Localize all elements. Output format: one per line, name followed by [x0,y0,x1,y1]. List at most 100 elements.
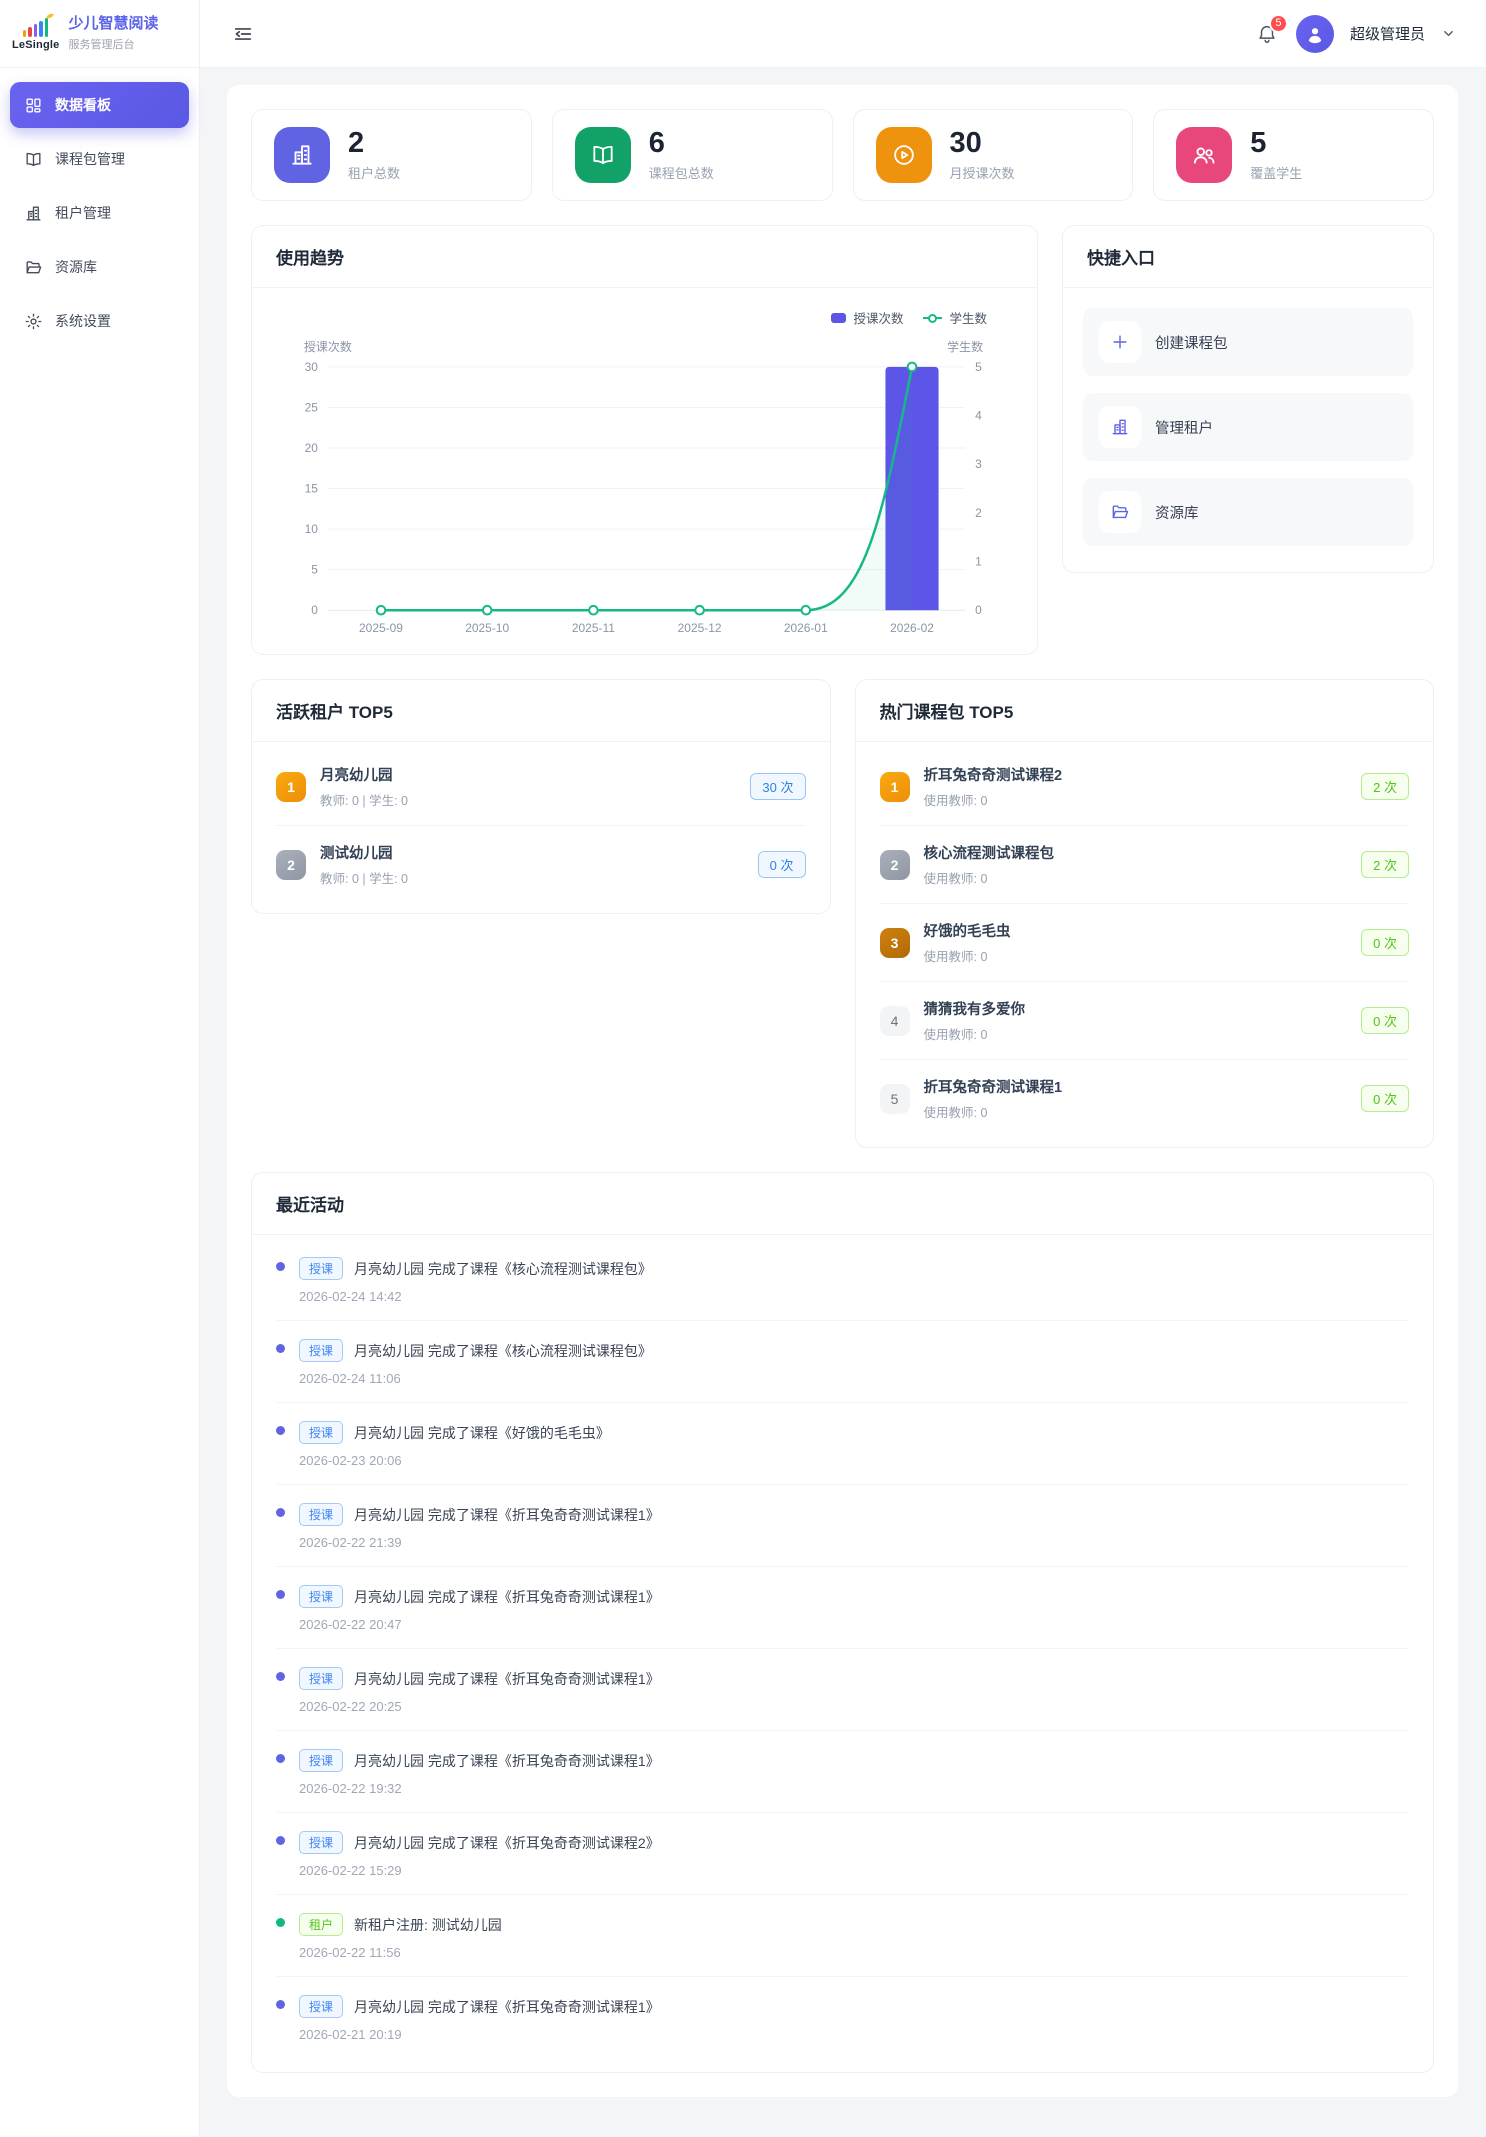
activity-time: 2026-02-22 20:47 [299,1617,1409,1632]
user-name[interactable]: 超级管理员 [1350,23,1425,44]
rank-badge: 1 [276,772,306,802]
stat-card: 6 课程包总数 [552,109,833,201]
svg-text:0: 0 [975,603,982,617]
activity-row: 授课 月亮幼儿园 完成了课程《折耳兔奇奇测试课程2》 2026-02-22 15… [276,1813,1409,1895]
chart-legend: 授课次数 学生数 [276,308,987,327]
legend-item-line[interactable]: 学生数 [923,308,987,327]
stat-label: 覆盖学生 [1250,163,1302,182]
rank-name: 好饿的毛毛虫 [924,920,1348,941]
stat-label: 月授课次数 [950,163,1015,182]
stat-card: 2 租户总数 [251,109,532,201]
rank-badge: 2 [276,850,306,880]
play-icon [876,127,932,183]
quick-entry-label: 资源库 [1155,502,1199,523]
activity-time: 2026-02-22 21:39 [299,1535,1409,1550]
sidebar-item-课程包管理[interactable]: 课程包管理 [10,136,189,182]
line-swatch-icon [923,313,942,323]
active-tenants-list: 1 月亮幼儿园 教师: 0 | 学生: 0 30 次 2 测试幼儿园 教师: 0… [252,742,830,913]
quick-entry-item[interactable]: 创建课程包 [1083,308,1413,376]
sidebar-item-label: 数据看板 [55,95,111,115]
rank-badge: 4 [880,1006,910,1036]
dashboard-panel: 2 租户总数 6 课程包总数 30 月授课次数 5 覆盖学生 使用趋势 [227,85,1458,2097]
activity-text: 月亮幼儿园 完成了课程《折耳兔奇奇测试课程1》 [354,1997,660,2017]
quick-entry-item[interactable]: 管理租户 [1083,393,1413,461]
rank-sub: 教师: 0 | 学生: 0 [320,790,736,809]
rank-sub: 教师: 0 | 学生: 0 [320,868,744,887]
activity-row: 授课 月亮幼儿园 完成了课程《折耳兔奇奇测试课程1》 2026-02-21 20… [276,1977,1409,2058]
activity-row: 授课 月亮幼儿园 完成了课程《折耳兔奇奇测试课程1》 2026-02-22 21… [276,1485,1409,1567]
active-tenants-card: 活跃租户 TOP5 1 月亮幼儿园 教师: 0 | 学生: 0 30 次 2 测… [251,679,831,914]
rank-row: 1 折耳兔奇奇测试课程2 使用教师: 0 2 次 [880,748,1410,826]
stat-label: 课程包总数 [649,163,714,182]
activity-row: 租户 新租户注册: 测试幼儿园 2026-02-22 11:56 [276,1895,1409,1977]
count-pill: 0 次 [758,851,806,878]
activity-tag: 授课 [299,1667,343,1690]
activity-tag: 授课 [299,1585,343,1608]
svg-text:5: 5 [975,360,982,374]
activity-dot [276,1262,285,1271]
activity-tag: 授课 [299,1831,343,1854]
quick-entry-label: 管理租户 [1155,417,1213,438]
notification-bell-icon[interactable]: 5 [1254,21,1280,47]
activity-tag: 授课 [299,1339,343,1362]
folder-icon [1099,491,1141,533]
sidebar-item-label: 租户管理 [55,203,111,223]
quick-entry-card: 快捷入口 创建课程包 管理租户 资源库 [1062,225,1434,573]
sidebar-item-label: 课程包管理 [55,149,125,169]
sidebar-collapse-icon[interactable] [230,21,256,47]
activity-row: 授课 月亮幼儿园 完成了课程《折耳兔奇奇测试课程1》 2026-02-22 20… [276,1567,1409,1649]
svg-text:2025-10: 2025-10 [465,621,509,635]
rank-badge: 1 [880,772,910,802]
svg-text:2025-12: 2025-12 [678,621,722,635]
rank-sub: 使用教师: 0 [924,1102,1348,1121]
activity-text: 月亮幼儿园 完成了课程《折耳兔奇奇测试课程2》 [354,1833,660,1853]
active-tenants-title: 活跃租户 TOP5 [276,703,393,722]
sidebar-item-数据看板[interactable]: 数据看板 [10,82,189,128]
sidebar-item-资源库[interactable]: 资源库 [10,244,189,290]
legend-item-bar[interactable]: 授课次数 [831,308,903,327]
activity-dot [276,1754,285,1763]
rank-sub: 使用教师: 0 [924,868,1348,887]
activity-text: 月亮幼儿园 完成了课程《好饿的毛毛虫》 [354,1423,610,1443]
stats-grid: 2 租户总数 6 课程包总数 30 月授课次数 5 覆盖学生 [251,109,1434,201]
svg-text:2026-01: 2026-01 [784,621,828,635]
activity-dot [276,1426,285,1435]
usage-trend-chart: 051015202530012345授课次数学生数2025-092025-102… [276,327,1013,644]
activity-time: 2026-02-22 15:29 [299,1863,1409,1878]
activity-text: 月亮幼儿园 完成了课程《折耳兔奇奇测试课程1》 [354,1587,660,1607]
activity-time: 2026-02-21 20:19 [299,2027,1409,2042]
rank-sub: 使用教师: 0 [924,1024,1348,1043]
sidebar-item-租户管理[interactable]: 租户管理 [10,190,189,236]
plus-icon [1099,321,1141,363]
page-content: 2 租户总数 6 课程包总数 30 月授课次数 5 覆盖学生 使用趋势 [200,68,1486,2137]
brand-area: LeSingle 少儿智慧阅读 服务管理后台 [0,0,199,68]
activity-dot [276,1836,285,1845]
rank-badge: 2 [880,850,910,880]
hot-courses-card: 热门课程包 TOP5 1 折耳兔奇奇测试课程2 使用教师: 0 2 次 2 核心… [855,679,1435,1148]
stat-value: 6 [649,128,714,160]
activity-time: 2026-02-24 14:42 [299,1289,1409,1304]
activity-dot [276,1672,285,1681]
quick-entry-list: 创建课程包 管理租户 资源库 [1063,288,1433,572]
activity-tag: 授课 [299,1503,343,1526]
activity-text: 月亮幼儿园 完成了课程《核心流程测试课程包》 [354,1341,652,1361]
activity-text: 月亮幼儿园 完成了课程《折耳兔奇奇测试课程1》 [354,1751,660,1771]
activity-text: 月亮幼儿园 完成了课程《折耳兔奇奇测试课程1》 [354,1669,660,1689]
activity-time: 2026-02-22 11:56 [299,1945,1409,1960]
svg-text:1: 1 [975,555,982,569]
activity-text: 新租户注册: 测试幼儿园 [354,1915,502,1935]
sidebar-nav: 数据看板 课程包管理 租户管理 资源库 系统设置 [0,68,199,366]
avatar[interactable] [1296,15,1334,53]
stat-label: 租户总数 [348,163,400,182]
activity-row: 授课 月亮幼儿园 完成了课程《核心流程测试课程包》 2026-02-24 11:… [276,1321,1409,1403]
stat-value: 30 [950,128,1015,160]
stat-value: 5 [1250,128,1302,160]
svg-text:30: 30 [305,360,319,374]
chevron-down-icon[interactable] [1441,26,1456,41]
quick-entry-item[interactable]: 资源库 [1083,478,1413,546]
stat-card: 30 月授课次数 [853,109,1134,201]
sidebar-item-系统设置[interactable]: 系统设置 [10,298,189,344]
svg-text:4: 4 [975,409,982,423]
activity-dot [276,1590,285,1599]
activity-row: 授课 月亮幼儿园 完成了课程《折耳兔奇奇测试课程1》 2026-02-22 19… [276,1731,1409,1813]
